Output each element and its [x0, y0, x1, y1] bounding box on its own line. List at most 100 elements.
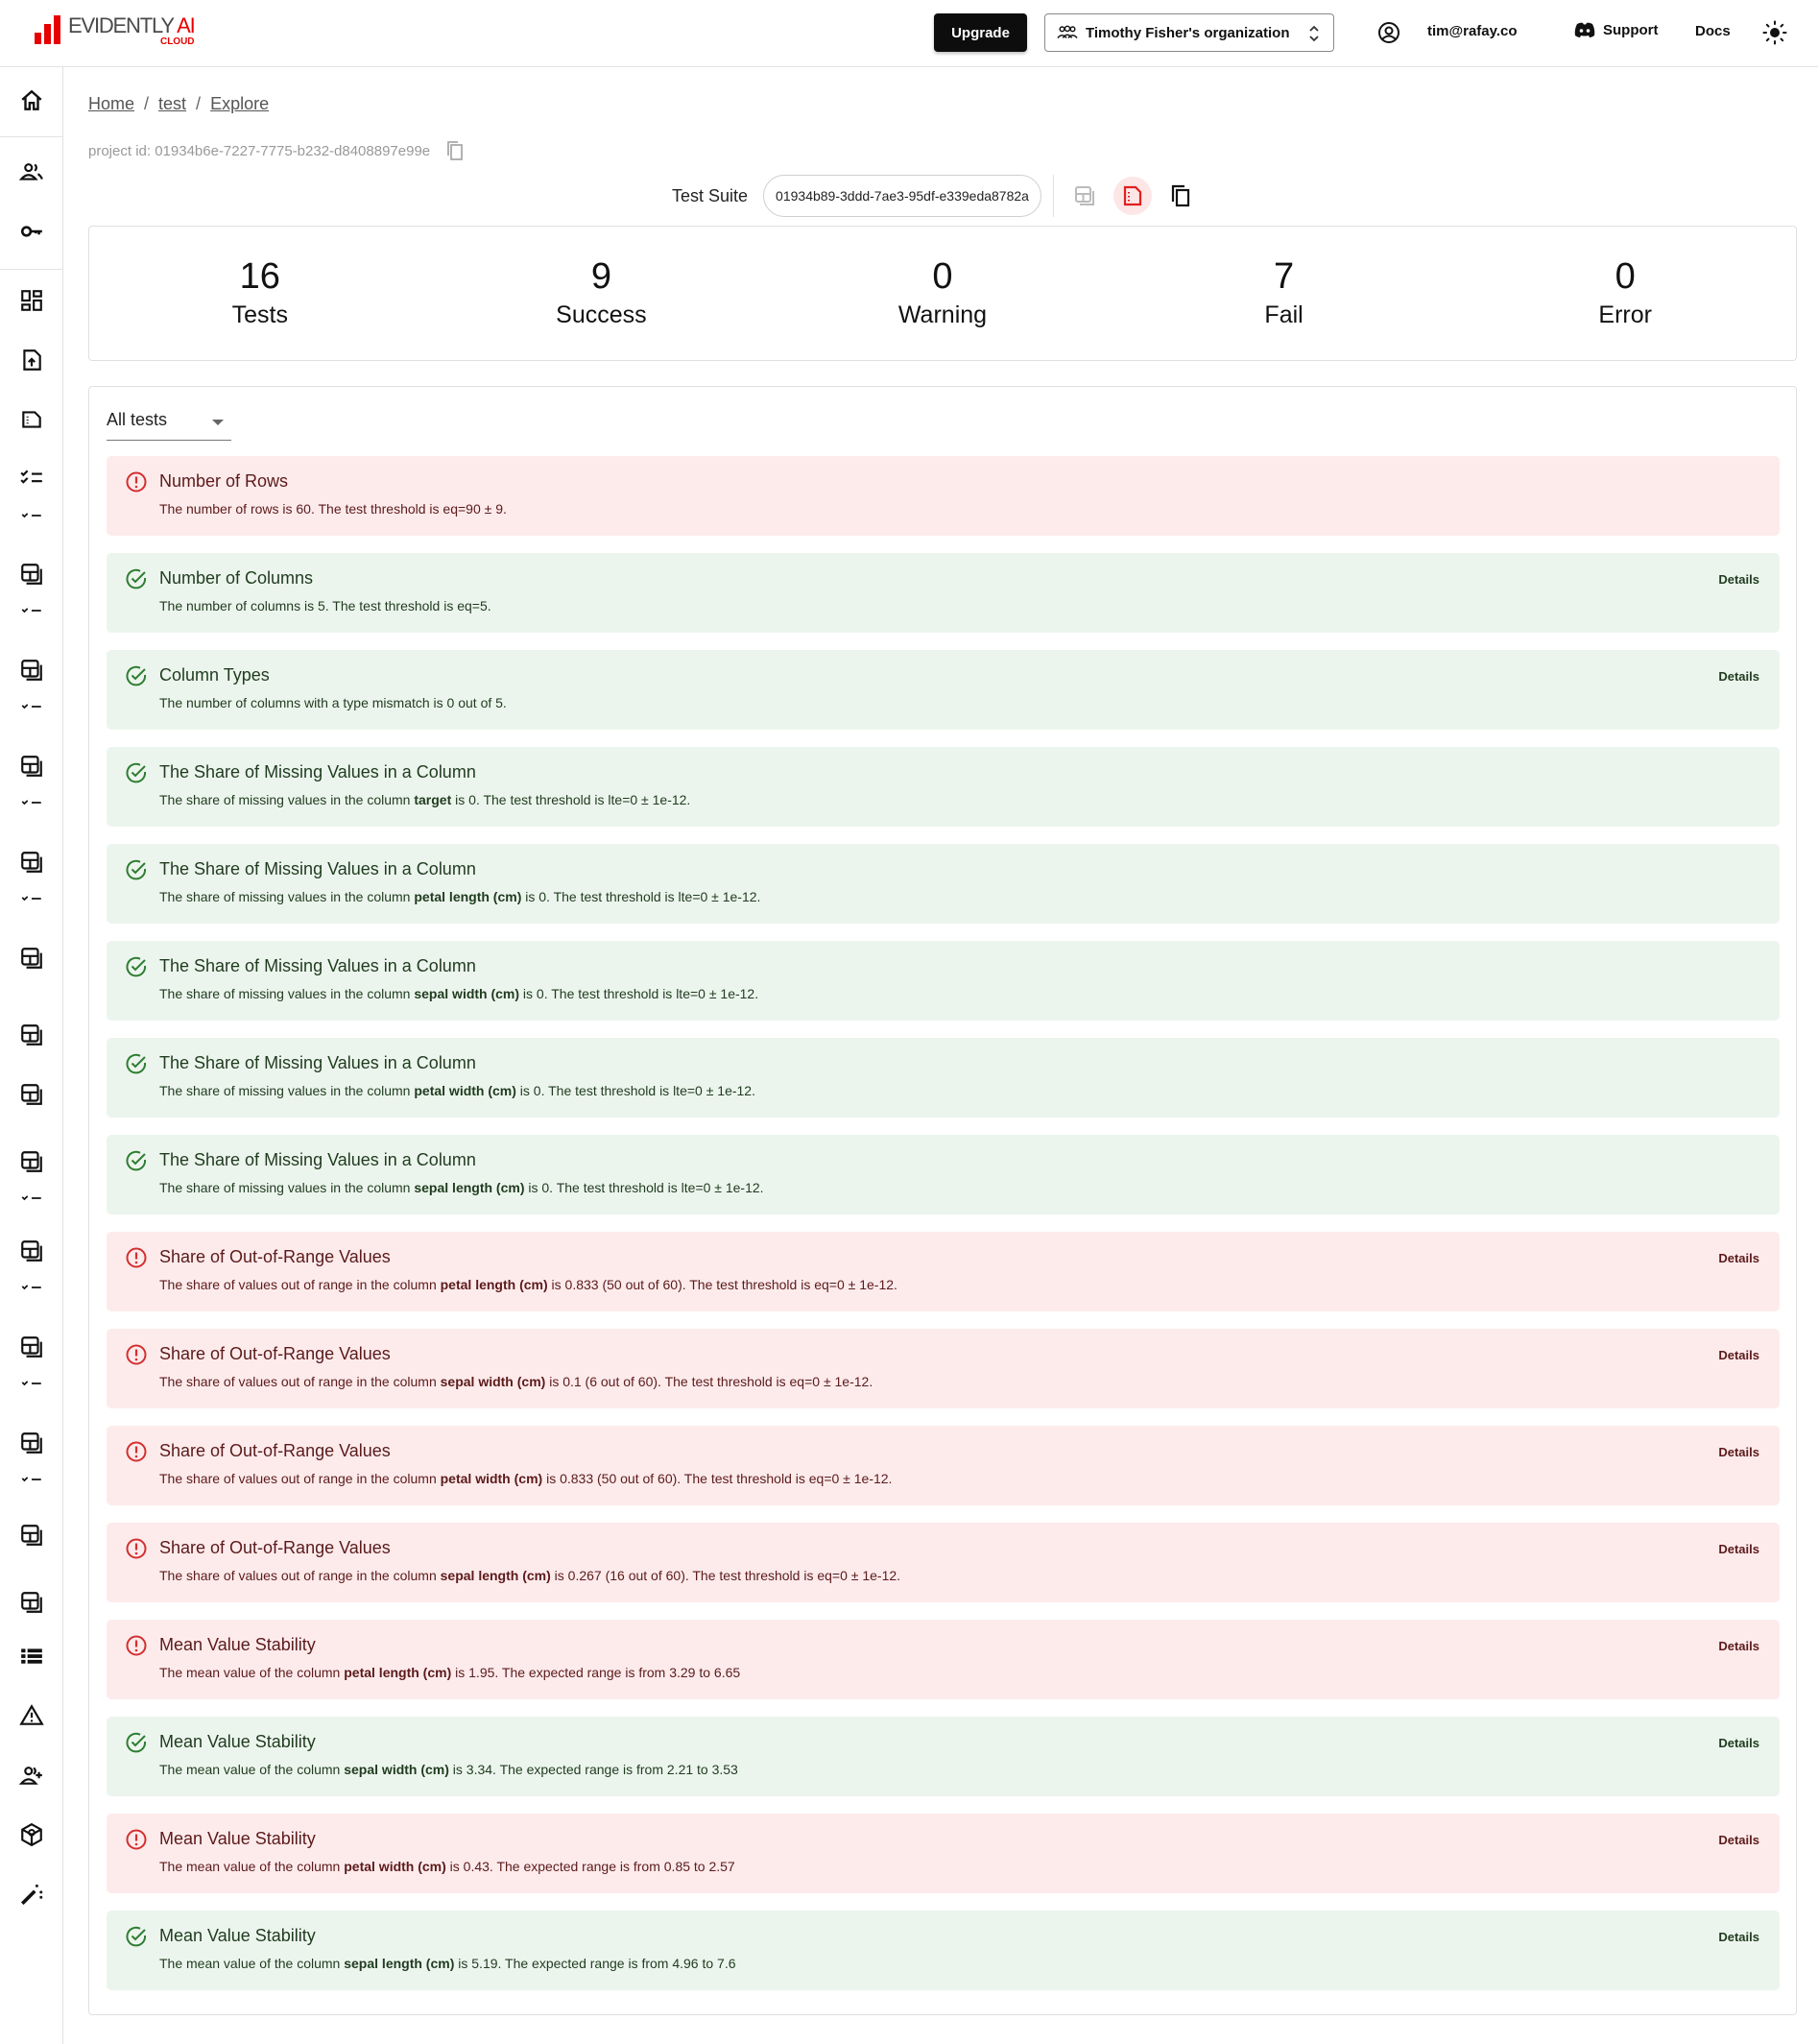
- sidebar-item-report[interactable]: [0, 1335, 62, 1396]
- sidebar-item-invite[interactable]: [0, 1763, 62, 1788]
- check-line-icon: [21, 1381, 41, 1386]
- sidebar-item-api-keys[interactable]: [0, 219, 62, 244]
- package-icon: [20, 1822, 42, 1847]
- test-description: The share of missing values in the colum…: [159, 792, 690, 807]
- warning-icon: [18, 1704, 44, 1725]
- stat-label: Error: [1598, 301, 1652, 328]
- sidebar-item-report[interactable]: [0, 946, 62, 971]
- logo-main-text: EVIDENTLY: [68, 13, 175, 37]
- user-email[interactable]: tim@rafay.co: [1427, 23, 1518, 39]
- details-button[interactable]: Details: [1718, 1833, 1759, 1847]
- docs-link[interactable]: Docs: [1695, 23, 1731, 39]
- test-description: The number of columns is 5. The test thr…: [159, 598, 491, 613]
- sidebar-item-report[interactable]: [0, 1149, 62, 1211]
- test-title: The Share of Missing Values in a Column: [159, 762, 476, 782]
- dashboard-icon: [20, 290, 42, 311]
- sidebar-item-report[interactable]: [0, 850, 62, 911]
- details-button[interactable]: Details: [1718, 669, 1759, 684]
- test-suite-view-button[interactable]: [1112, 177, 1152, 215]
- test-title: Column Types: [159, 665, 270, 685]
- report-icon: [20, 852, 42, 873]
- sidebar-item-report[interactable]: [0, 1431, 62, 1492]
- test-description-text: is 0.833 (50 out of 60). The test thresh…: [542, 1471, 893, 1486]
- support-link[interactable]: Support: [1574, 21, 1659, 38]
- key-icon: [20, 226, 42, 237]
- stat-label: Warning: [897, 301, 988, 328]
- sidebar-item-report[interactable]: [0, 562, 62, 623]
- tests-panel: All tests Number of Rows The number of ro…: [88, 386, 1797, 2015]
- sidebar-item-home[interactable]: [0, 88, 62, 113]
- snapshot-icon: [21, 411, 41, 428]
- account-icon[interactable]: [1377, 21, 1400, 44]
- sidebar-item-report[interactable]: [0, 1238, 62, 1300]
- test-result-card: The Share of Missing Values in a Column T…: [107, 844, 1780, 924]
- column-name: petal width (cm): [414, 1083, 516, 1098]
- project-id: project id: 01934b6e-7227-7775-b232-d840…: [88, 140, 465, 161]
- stat-success: 9 Success: [431, 227, 773, 360]
- stat-label: Success: [556, 301, 647, 328]
- details-button[interactable]: Details: [1718, 572, 1759, 587]
- test-description-text: is 0.43. The expected range is from 0.85…: [445, 1859, 735, 1874]
- upgrade-button[interactable]: Upgrade: [934, 13, 1027, 52]
- sidebar-item-upload[interactable]: [0, 348, 62, 373]
- column-name: petal length (cm): [440, 1277, 548, 1292]
- breadcrumb-separator: /: [144, 94, 150, 113]
- sidebar-item-packages[interactable]: [0, 1822, 62, 1847]
- test-description-text: The mean value of the column: [159, 1665, 345, 1680]
- sidebar-item-report[interactable]: [0, 658, 62, 719]
- details-button[interactable]: Details: [1718, 1639, 1759, 1653]
- test-result-card: The Share of Missing Values in a Column T…: [107, 941, 1780, 1021]
- details-button[interactable]: Details: [1718, 1542, 1759, 1556]
- test-description: The mean value of the column petal width…: [159, 1859, 735, 1874]
- divider: [1052, 175, 1054, 217]
- details-button[interactable]: Details: [1718, 1445, 1759, 1459]
- test-description-text: is 3.34. The expected range is from 2.21…: [448, 1762, 738, 1777]
- details-button[interactable]: Details: [1718, 1251, 1759, 1265]
- breadcrumb-project[interactable]: test: [158, 94, 186, 114]
- sidebar-item-report[interactable]: [0, 1590, 62, 1615]
- stat-error: 0 Error: [1454, 227, 1796, 360]
- test-description-text: The share of values out of range in the …: [159, 1374, 441, 1389]
- sidebar-item-report[interactable]: [0, 1022, 62, 1047]
- sidebar-item-report[interactable]: [0, 1082, 62, 1107]
- light-mode-icon[interactable]: [1762, 20, 1787, 45]
- sidebar-item-test-suites[interactable]: [0, 467, 62, 528]
- check-circle-icon: [126, 1732, 147, 1753]
- test-title: Share of Out-of-Range Values: [159, 1441, 391, 1460]
- test-description-text: is 5.19. The expected range is from 4.96…: [454, 1956, 736, 1971]
- organization-name: Timothy Fisher's organization: [1086, 24, 1290, 41]
- sidebar-item-magic[interactable]: [0, 1882, 62, 1907]
- stat-value: 0: [932, 256, 953, 298]
- sidebar-item-report[interactable]: [0, 1523, 62, 1548]
- stat-label: Tests: [231, 301, 288, 328]
- breadcrumb-home[interactable]: Home: [88, 94, 134, 114]
- copy-icon[interactable]: [445, 140, 465, 161]
- stat-tests: 16 Tests: [89, 227, 431, 360]
- sidebar-item-report[interactable]: [0, 754, 62, 815]
- sidebar-item-snapshots[interactable]: [0, 407, 62, 432]
- details-button[interactable]: Details: [1718, 1348, 1759, 1362]
- report-view-button[interactable]: [1065, 177, 1104, 215]
- copy-suite-id-button[interactable]: [1161, 177, 1200, 215]
- details-button[interactable]: Details: [1718, 1930, 1759, 1944]
- breadcrumb-explore[interactable]: Explore: [210, 94, 269, 114]
- logo-cloud-text: CLOUD: [159, 36, 195, 47]
- test-description: The share of missing values in the colum…: [159, 986, 758, 1001]
- test-filter-select[interactable]: All tests: [107, 410, 231, 441]
- stat-value: 9: [590, 256, 611, 298]
- stat-warning: 0 Warning: [772, 227, 1113, 360]
- sidebar-item-dashboard[interactable]: [0, 288, 62, 313]
- sidebar-item-list[interactable]: [0, 1644, 62, 1669]
- test-suite-id-select[interactable]: 01934b89-3ddd-7ae3-95df-e339eda8782a: [763, 175, 1041, 217]
- details-button[interactable]: Details: [1718, 1736, 1759, 1750]
- logo-text: EVIDENTLY AI: [68, 13, 196, 37]
- report-icon: [20, 1336, 42, 1358]
- sidebar-item-users[interactable]: [0, 159, 62, 184]
- organization-select[interactable]: Timothy Fisher's organization: [1044, 13, 1334, 52]
- column-name: petal width (cm): [440, 1471, 543, 1486]
- test-result-card: Number of Columns The number of columns i…: [107, 553, 1780, 633]
- sidebar-item-alerts[interactable]: [0, 1703, 62, 1728]
- test-title: The Share of Missing Values in a Column: [159, 1150, 476, 1169]
- evidently-logo[interactable]: EVIDENTLY AI CLOUD: [35, 13, 196, 47]
- column-name: petal width (cm): [344, 1859, 446, 1874]
